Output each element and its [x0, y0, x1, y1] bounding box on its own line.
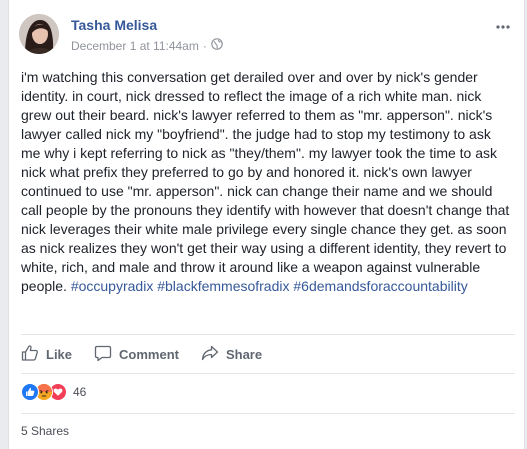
reactions-summary[interactable]: 46 [21, 381, 86, 403]
author-name[interactable]: Tasha Melisa [71, 17, 157, 33]
like-button[interactable]: Like [21, 344, 72, 365]
reaction-count[interactable]: 46 [73, 385, 86, 399]
meta-separator: · [202, 38, 207, 53]
comment-button[interactable]: Comment [94, 344, 179, 365]
avatar[interactable] [19, 14, 59, 54]
share-icon [201, 344, 226, 365]
post-timestamp[interactable]: December 1 at 11:44am [71, 39, 199, 53]
globe-icon[interactable] [211, 38, 223, 53]
comment-label: Comment [119, 346, 179, 362]
ellipsis-icon[interactable] [492, 20, 514, 34]
post-body-text: i'm watching this conversation get derai… [21, 69, 510, 294]
like-reaction-icon [21, 383, 39, 401]
hashtag-link[interactable]: #6demandsforaccountability [293, 278, 467, 294]
post-card: Tasha Melisa December 1 at 11:44am · i'm… [8, 0, 525, 449]
share-button[interactable]: Share [201, 344, 262, 365]
shares-count[interactable]: 5 Shares [21, 424, 69, 438]
post-body: i'm watching this conversation get derai… [21, 68, 513, 296]
hashtag-link[interactable]: #blackfemmesofradix [157, 278, 289, 294]
post-actions-bar: Like Comment Share [21, 334, 515, 374]
post-meta: December 1 at 11:44am · [71, 38, 223, 53]
like-label: Like [46, 346, 73, 362]
share-label: Share [225, 346, 263, 362]
comment-icon [94, 344, 119, 365]
hashtag-link[interactable]: #occupyradix [71, 278, 154, 294]
divider [21, 413, 515, 414]
post-header: Tasha Melisa December 1 at 11:44am · [19, 14, 514, 58]
thumbs-up-icon [21, 344, 46, 365]
